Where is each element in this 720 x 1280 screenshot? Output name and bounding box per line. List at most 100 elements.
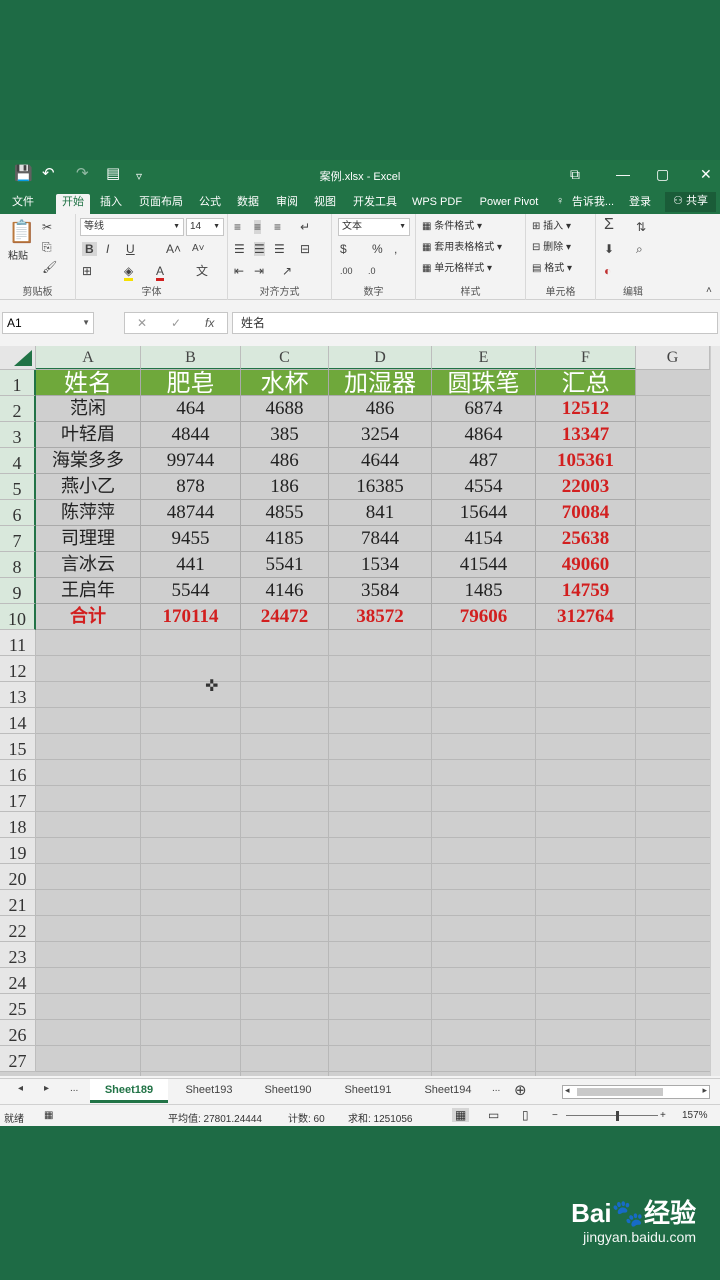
row-header[interactable]: 23 bbox=[0, 942, 36, 968]
increase-indent-icon[interactable]: ⇥ bbox=[254, 264, 264, 278]
row-header[interactable]: 6 bbox=[0, 500, 36, 526]
row-header[interactable]: 19 bbox=[0, 838, 36, 864]
column-header[interactable]: D bbox=[329, 346, 432, 370]
format-painter-icon[interactable]: 🖌 bbox=[42, 260, 57, 274]
fill-color-icon[interactable]: ◈ bbox=[124, 264, 134, 281]
zoom-level[interactable]: 157% bbox=[682, 1110, 708, 1121]
phonetic-icon[interactable]: 文 bbox=[196, 264, 208, 278]
row-header[interactable]: 26 bbox=[0, 1020, 36, 1046]
value-cell[interactable]: 4185 bbox=[241, 526, 329, 552]
sign-in-link[interactable]: 登录 bbox=[624, 194, 656, 214]
currency-icon[interactable]: $ bbox=[340, 242, 347, 256]
merge-center-icon[interactable]: ⊟ bbox=[300, 242, 310, 256]
minimize-icon[interactable]: — bbox=[616, 165, 630, 183]
scroll-thumb[interactable] bbox=[577, 1088, 663, 1096]
row-header[interactable]: 18 bbox=[0, 812, 36, 838]
value-cell[interactable]: 441 bbox=[141, 552, 241, 578]
row-header[interactable]: 15 bbox=[0, 734, 36, 760]
align-bottom-icon[interactable]: ≡ bbox=[274, 220, 281, 234]
value-cell[interactable]: 464 bbox=[141, 396, 241, 422]
horizontal-scrollbar[interactable]: ◂ ▸ bbox=[562, 1085, 710, 1099]
value-cell[interactable]: 1534 bbox=[329, 552, 432, 578]
comma-icon[interactable]: , bbox=[394, 242, 397, 256]
value-cell[interactable]: 1485 bbox=[432, 578, 536, 604]
scroll-left-icon[interactable]: ◂ bbox=[18, 1083, 23, 1094]
value-cell[interactable]: 487 bbox=[432, 448, 536, 474]
value-cell[interactable]: 4688 bbox=[241, 396, 329, 422]
decrease-indent-icon[interactable]: ⇤ bbox=[234, 264, 244, 278]
sheet-tab[interactable]: Sheet190 bbox=[250, 1079, 326, 1103]
format-as-table-button[interactable]: ▦ 套用表格格式 ▾ bbox=[422, 241, 502, 255]
value-cell[interactable]: 4844 bbox=[141, 422, 241, 448]
value-cell[interactable]: 186 bbox=[241, 474, 329, 500]
paste-icon[interactable]: 📋 bbox=[8, 220, 35, 244]
sheet-tab[interactable]: Sheet194 bbox=[410, 1079, 486, 1103]
row-header[interactable]: 14 bbox=[0, 708, 36, 734]
value-cell[interactable]: 385 bbox=[241, 422, 329, 448]
value-cell[interactable]: 99744 bbox=[141, 448, 241, 474]
find-icon[interactable]: ⌕ bbox=[636, 242, 643, 256]
number-format-select[interactable]: 文本 ▼ bbox=[338, 218, 410, 236]
scroll-right-arrow-icon[interactable]: ▸ bbox=[702, 1085, 707, 1096]
tab-developer[interactable]: 开发工具 bbox=[348, 194, 402, 214]
scroll-right-icon[interactable]: ▸ bbox=[44, 1083, 49, 1094]
cancel-icon[interactable]: ✕ bbox=[137, 316, 147, 330]
value-cell[interactable]: 3584 bbox=[329, 578, 432, 604]
copy-icon[interactable]: ⎘ bbox=[42, 240, 52, 254]
increase-decimal-icon[interactable]: .00 bbox=[340, 264, 353, 278]
underline-icon[interactable]: U bbox=[126, 242, 135, 256]
header-cell[interactable]: 姓名 bbox=[36, 370, 141, 396]
format-cells-button[interactable]: ▤ 格式 ▾ bbox=[532, 262, 572, 276]
macro-record-icon[interactable]: ▦ bbox=[44, 1110, 53, 1121]
value-cell[interactable]: 16385 bbox=[329, 474, 432, 500]
row-header[interactable]: 21 bbox=[0, 890, 36, 916]
sheet-tab[interactable]: Sheet193 bbox=[172, 1079, 246, 1103]
value-cell[interactable]: 22003 bbox=[536, 474, 636, 500]
paste-label[interactable]: 粘贴 bbox=[8, 250, 28, 264]
share-button[interactable]: ⚇ 共享 bbox=[665, 192, 716, 212]
zoom-in-icon[interactable]: + bbox=[660, 1110, 666, 1121]
name-cell[interactable]: 王启年 bbox=[36, 578, 141, 604]
tell-me-search[interactable]: 告诉我... bbox=[568, 194, 618, 214]
font-size-select[interactable]: 14 ▼ bbox=[186, 218, 224, 236]
font-name-select[interactable]: 等线 ▼ bbox=[80, 218, 184, 236]
total-cell[interactable]: 38572 bbox=[329, 604, 432, 630]
row-header[interactable]: 3 bbox=[0, 422, 36, 448]
row-header[interactable]: 5 bbox=[0, 474, 36, 500]
sheet-tab[interactable]: Sheet191 bbox=[330, 1079, 406, 1103]
value-cell[interactable]: 4855 bbox=[241, 500, 329, 526]
name-cell[interactable]: 司理理 bbox=[36, 526, 141, 552]
vertical-scrollbar[interactable] bbox=[710, 346, 720, 1076]
conditional-format-button[interactable]: ▦ 条件格式 ▾ bbox=[422, 220, 482, 234]
value-cell[interactable]: 6874 bbox=[432, 396, 536, 422]
row-header[interactable]: 17 bbox=[0, 786, 36, 812]
scroll-left-arrow-icon[interactable]: ◂ bbox=[565, 1085, 570, 1096]
tab-data[interactable]: 数据 bbox=[232, 194, 264, 214]
ribbon-display-icon[interactable]: ⧉ bbox=[570, 165, 580, 183]
tab-home[interactable]: 开始 bbox=[56, 194, 90, 214]
value-cell[interactable]: 4146 bbox=[241, 578, 329, 604]
tab-insert[interactable]: 插入 bbox=[94, 194, 128, 214]
name-cell[interactable]: 陈萍萍 bbox=[36, 500, 141, 526]
row-header[interactable]: 10 bbox=[0, 604, 36, 630]
percent-icon[interactable]: % bbox=[372, 242, 383, 256]
value-cell[interactable]: 25638 bbox=[536, 526, 636, 552]
value-cell[interactable]: 4554 bbox=[432, 474, 536, 500]
value-cell[interactable]: 9455 bbox=[141, 526, 241, 552]
name-cell[interactable]: 言冰云 bbox=[36, 552, 141, 578]
name-cell[interactable]: 范闲 bbox=[36, 396, 141, 422]
column-header[interactable]: G bbox=[636, 346, 710, 370]
value-cell[interactable]: 48744 bbox=[141, 500, 241, 526]
more-sheets-left[interactable]: ... bbox=[70, 1083, 78, 1094]
sort-filter-icon[interactable]: ⇅ bbox=[636, 220, 646, 234]
row-header[interactable]: 11 bbox=[0, 630, 36, 656]
zoom-slider[interactable] bbox=[566, 1115, 658, 1116]
cell-styles-button[interactable]: ▦ 单元格样式 ▾ bbox=[422, 262, 492, 276]
bold-icon[interactable]: B bbox=[82, 242, 97, 256]
value-cell[interactable]: 15644 bbox=[432, 500, 536, 526]
value-cell[interactable]: 13347 bbox=[536, 422, 636, 448]
total-cell[interactable]: 79606 bbox=[432, 604, 536, 630]
row-header[interactable]: 2 bbox=[0, 396, 36, 422]
value-cell[interactable]: 14759 bbox=[536, 578, 636, 604]
insert-cells-button[interactable]: ⊞ 插入 ▾ bbox=[532, 220, 571, 234]
